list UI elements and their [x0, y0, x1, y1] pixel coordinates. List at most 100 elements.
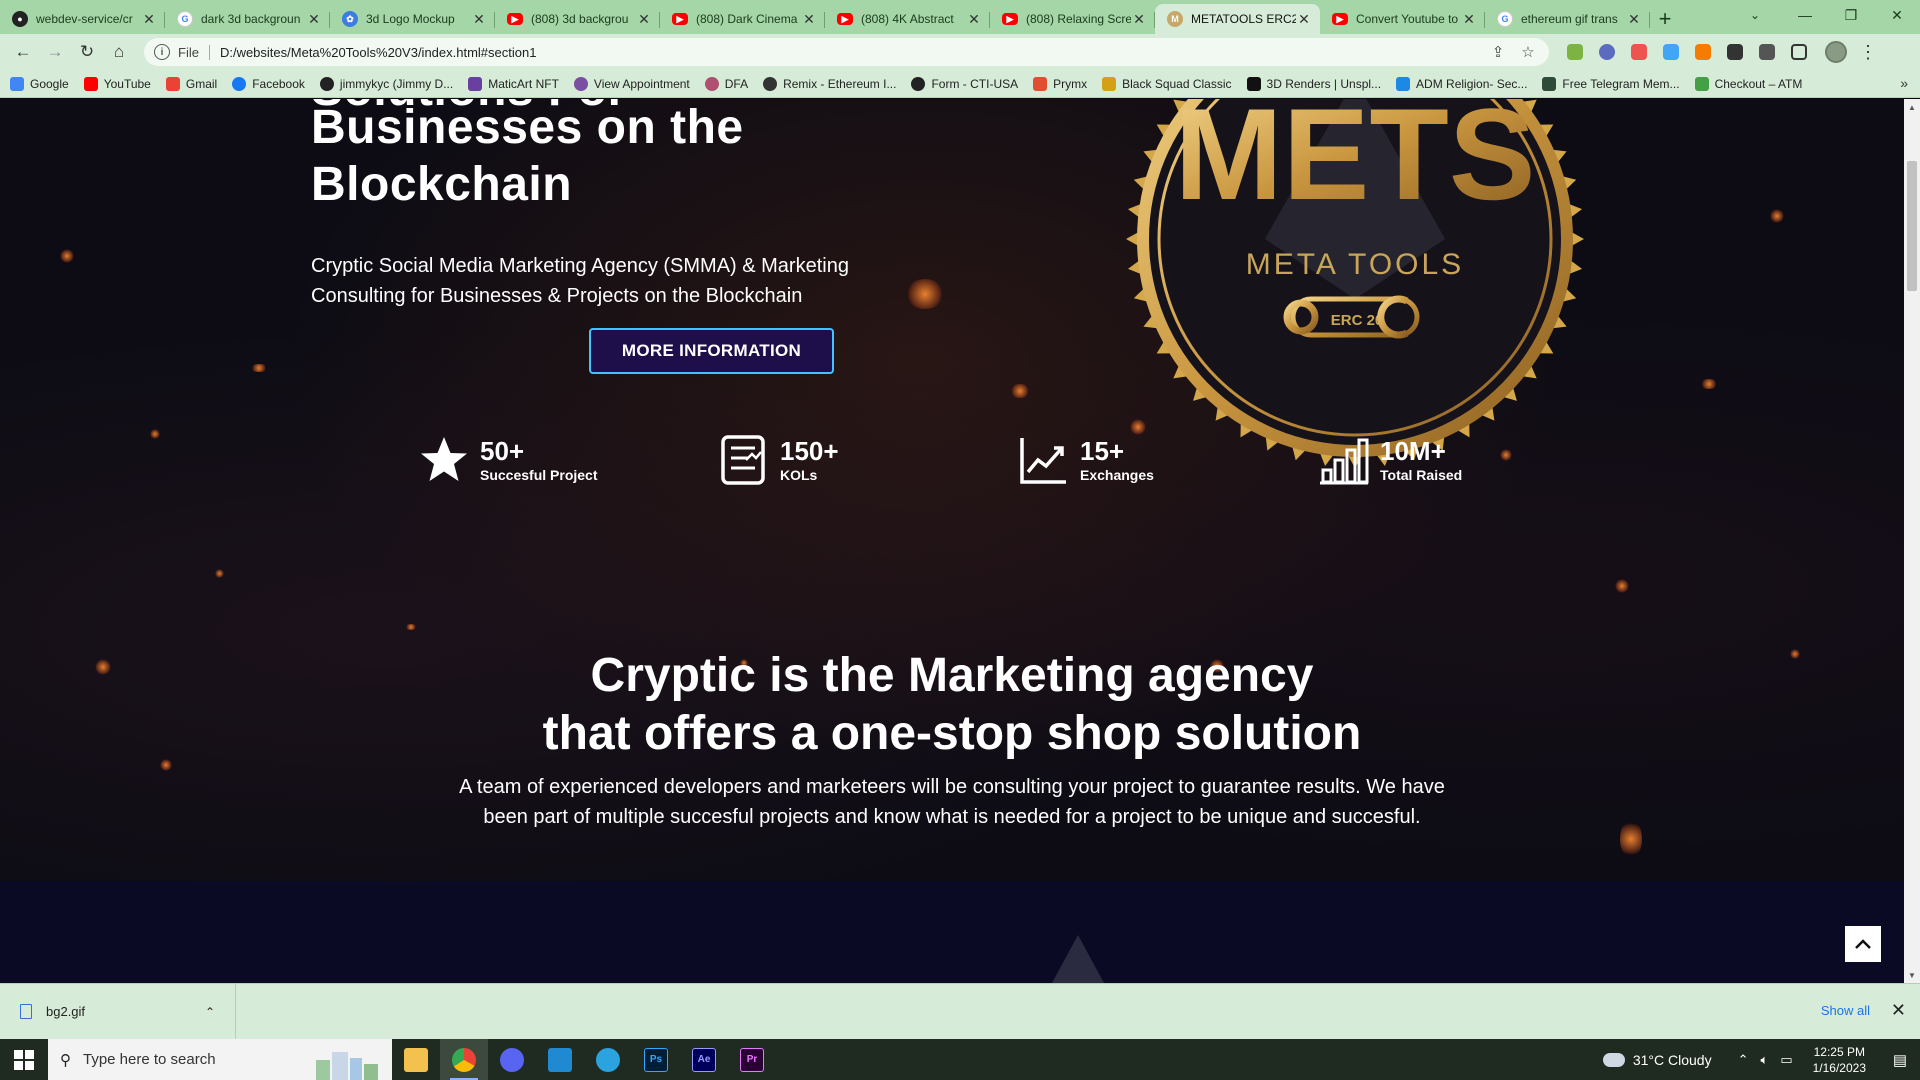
- start-button[interactable]: [0, 1039, 48, 1080]
- taskbar-chrome[interactable]: [440, 1039, 488, 1080]
- taskbar-premiere[interactable]: Pr: [728, 1039, 776, 1080]
- bookmark-view-appointment[interactable]: View Appointment: [573, 76, 690, 91]
- tab-youtube-4k-abstract[interactable]: ▶ (808) 4K Abstract ✕: [825, 4, 990, 34]
- premiere-icon: Pr: [740, 1047, 764, 1072]
- bookmark-facebook[interactable]: Facebook: [232, 76, 305, 91]
- bookmark-telegram-members[interactable]: Free Telegram Mem...: [1542, 76, 1680, 91]
- tab-dark-3d-background[interactable]: G dark 3d backgroun ✕: [165, 4, 330, 34]
- volume-icon[interactable]: 🔈︎: [1761, 1052, 1769, 1068]
- close-download-shelf-icon[interactable]: ✕: [1891, 1000, 1906, 1021]
- tab-youtube-dark-cinema[interactable]: ▶ (808) Dark Cinema ✕: [660, 4, 825, 34]
- side-panel-icon[interactable]: [1791, 44, 1807, 60]
- taskbar-vscode[interactable]: [536, 1039, 584, 1080]
- windows-taskbar: ⚲ Type here to search Ps Ae Pr 31°C Clou…: [0, 1039, 1920, 1080]
- file-icon: [20, 1004, 32, 1019]
- close-icon[interactable]: ✕: [1296, 11, 1312, 28]
- media-control-icon[interactable]: [1759, 44, 1775, 60]
- page-scrollbar[interactable]: ▲ ▼: [1904, 99, 1920, 983]
- minimize-button[interactable]: —: [1782, 0, 1828, 30]
- close-icon[interactable]: ✕: [1131, 11, 1147, 28]
- tab-search-chevron-icon[interactable]: ⌄: [1740, 4, 1770, 26]
- chevron-up-icon[interactable]: ⌃: [1738, 1052, 1749, 1068]
- share-icon[interactable]: ⇪: [1487, 43, 1509, 61]
- metamask-icon[interactable]: [1695, 44, 1711, 60]
- scroll-up-arrow-icon[interactable]: ▲: [1904, 99, 1920, 115]
- more-information-button[interactable]: MORE INFORMATION: [589, 328, 834, 374]
- show-all-link[interactable]: Show all: [1821, 1003, 1870, 1018]
- taskbar-photoshop[interactable]: Ps: [632, 1039, 680, 1080]
- tab-webdev-service[interactable]: ● webdev-service/cr ✕: [0, 4, 165, 34]
- taskbar-clock[interactable]: 12:25 PM 1/16/2023: [1813, 1044, 1866, 1076]
- bookmark-unsplash[interactable]: 3D Renders | Unspl...: [1246, 76, 1381, 91]
- extension-icon[interactable]: [1567, 44, 1583, 60]
- restore-button[interactable]: ❐: [1828, 0, 1874, 30]
- bookmark-gmail[interactable]: Gmail: [165, 76, 217, 91]
- bookmarks-bar: Google YouTube Gmail Facebook jimmykyc (…: [0, 70, 1920, 98]
- chevron-up-icon[interactable]: ⌃: [205, 1005, 215, 1019]
- network-icon[interactable]: ▭: [1780, 1052, 1792, 1068]
- new-tab-button[interactable]: +: [1650, 4, 1680, 34]
- url-text[interactable]: D:/websites/Meta%20Tools%20V3/index.html…: [220, 45, 1479, 60]
- bookmark-remix[interactable]: Remix - Ethereum I...: [763, 76, 896, 91]
- profile-avatar[interactable]: [1825, 41, 1847, 63]
- close-icon[interactable]: ✕: [636, 11, 652, 28]
- bookmark-form-cti[interactable]: Form - CTI-USA: [911, 76, 1018, 91]
- bookmark-dfa[interactable]: DFA: [704, 76, 748, 91]
- close-icon[interactable]: ✕: [141, 11, 157, 28]
- back-arrow-icon[interactable]: ←: [8, 37, 38, 67]
- trend-chart-icon: [1020, 438, 1066, 484]
- scrollbar-thumb[interactable]: [1907, 161, 1917, 291]
- home-icon[interactable]: ⌂: [104, 37, 134, 67]
- bookmarks-overflow-icon[interactable]: »: [1900, 75, 1908, 91]
- bookmark-black-squad[interactable]: Black Squad Classic: [1102, 76, 1232, 91]
- taskbar-file-explorer[interactable]: [392, 1039, 440, 1080]
- tab-metatools-active[interactable]: M METATOOLS ERC20 ✕: [1155, 4, 1320, 34]
- tab-title: (808) Relaxing Scre: [1026, 12, 1131, 26]
- taskbar-discord[interactable]: [488, 1039, 536, 1080]
- tab-youtube-3d-background[interactable]: ▶ (808) 3d backgrou ✕: [495, 4, 660, 34]
- bookmark-google[interactable]: Google: [10, 76, 69, 91]
- close-icon[interactable]: ✕: [1626, 11, 1642, 28]
- tab-title: (808) Dark Cinema: [696, 12, 798, 26]
- info-icon[interactable]: i: [154, 44, 170, 60]
- bookmark-checkout-atm[interactable]: Checkout – ATM: [1694, 76, 1802, 91]
- back-to-top-button[interactable]: [1845, 926, 1881, 962]
- close-icon[interactable]: ✕: [1461, 11, 1477, 28]
- bookmark-github[interactable]: jimmykyc (Jimmy D...: [319, 76, 453, 91]
- close-icon[interactable]: ✕: [966, 11, 982, 28]
- bookmark-youtube[interactable]: YouTube: [83, 76, 151, 91]
- tab-3d-logo-mockup[interactable]: ✿ 3d Logo Mockup ✕: [330, 4, 495, 34]
- close-icon[interactable]: ✕: [306, 11, 322, 28]
- notification-center-icon[interactable]: ▤: [1880, 1039, 1920, 1080]
- taskbar-search-box[interactable]: ⚲ Type here to search: [48, 1039, 392, 1080]
- extension-icon[interactable]: [1631, 44, 1647, 60]
- tab-convert-youtube[interactable]: ▶ Convert Youtube to ✕: [1320, 4, 1485, 34]
- download-item[interactable]: bg2.gif ⌃: [0, 983, 236, 1040]
- close-icon[interactable]: ✕: [801, 11, 817, 28]
- chrome-icon: [452, 1047, 476, 1072]
- bookmark-star-icon[interactable]: ☆: [1517, 43, 1539, 61]
- scroll-down-arrow-icon[interactable]: ▼: [1904, 967, 1920, 983]
- forward-arrow-icon[interactable]: →: [40, 37, 70, 67]
- puzzle-extensions-icon[interactable]: [1727, 44, 1743, 60]
- address-bar[interactable]: i File D:/websites/Meta%20Tools%20V3/ind…: [144, 38, 1549, 66]
- stat-label: Total Raised: [1380, 467, 1463, 483]
- black-squad-icon: [1102, 76, 1117, 91]
- section-title: Cryptic is the Marketing agency that off…: [0, 647, 1904, 763]
- google-icon: G: [1497, 11, 1513, 27]
- bookmark-prymx[interactable]: Prymx: [1033, 76, 1087, 91]
- bookmark-adm-religion[interactable]: ADM Religion- Sec...: [1396, 76, 1527, 91]
- tab-youtube-relaxing[interactable]: ▶ (808) Relaxing Scre ✕: [990, 4, 1155, 34]
- weather-widget[interactable]: 31°C Cloudy: [1602, 1052, 1712, 1068]
- bookmark-maticart[interactable]: MaticArt NFT: [468, 76, 559, 91]
- tab-ethereum-gif[interactable]: G ethereum gif trans ✕: [1485, 4, 1650, 34]
- taskbar-after-effects[interactable]: Ae: [680, 1039, 728, 1080]
- extension-icon[interactable]: [1599, 44, 1615, 60]
- more-menu-icon[interactable]: ⋮: [1859, 42, 1877, 63]
- close-window-button[interactable]: ✕: [1874, 0, 1920, 30]
- reload-icon[interactable]: ↻: [72, 37, 102, 67]
- telegram-icon: [596, 1047, 620, 1072]
- extension-icon[interactable]: [1663, 44, 1679, 60]
- taskbar-telegram[interactable]: [584, 1039, 632, 1080]
- close-icon[interactable]: ✕: [471, 11, 487, 28]
